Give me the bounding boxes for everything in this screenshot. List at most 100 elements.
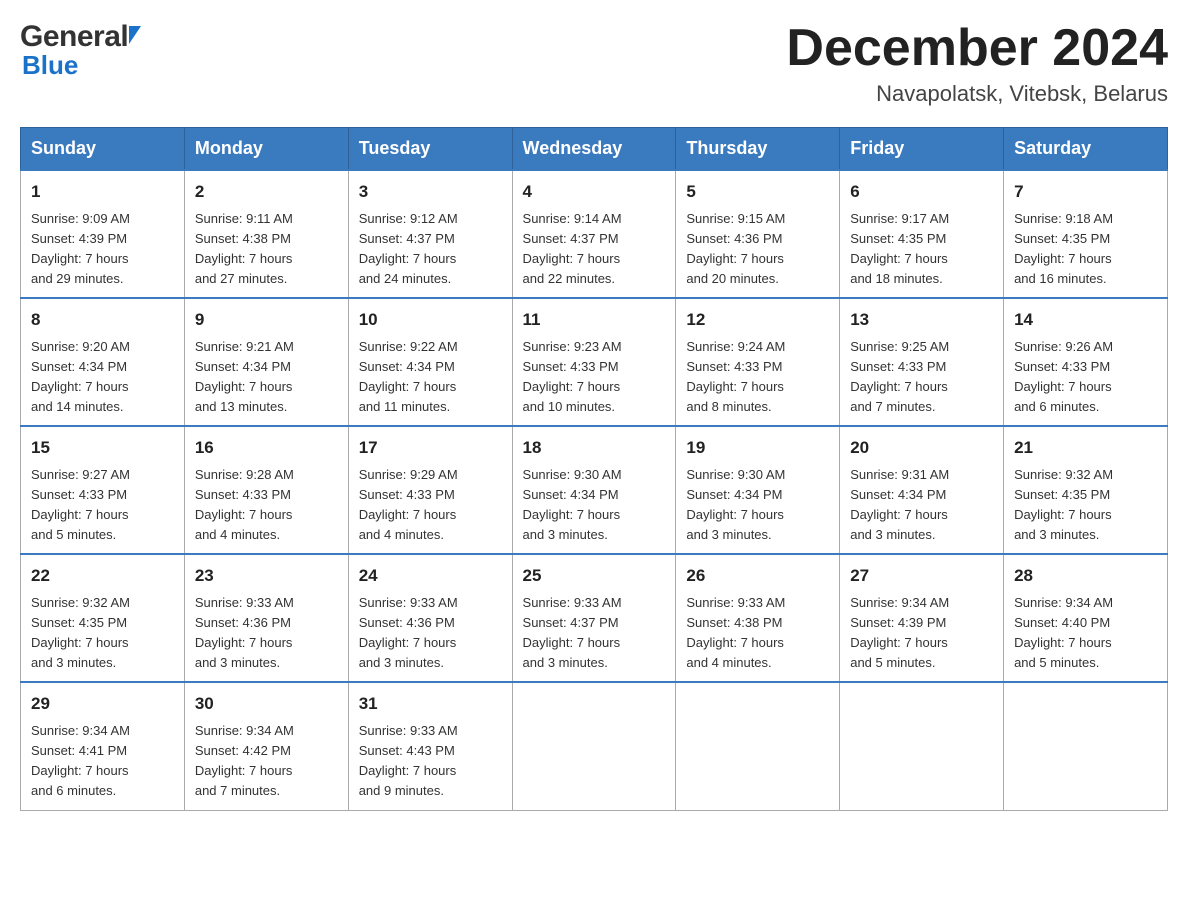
calendar-cell xyxy=(512,682,676,810)
logo-arrow-icon xyxy=(129,26,141,44)
logo-blue-text: Blue xyxy=(22,50,78,81)
calendar-table: Sunday Monday Tuesday Wednesday Thursday… xyxy=(20,127,1168,810)
header-monday: Monday xyxy=(184,128,348,171)
calendar-cell xyxy=(1004,682,1168,810)
calendar-cell: 27 Sunrise: 9:34 AMSunset: 4:39 PMDaylig… xyxy=(840,554,1004,682)
day-info: Sunrise: 9:26 AMSunset: 4:33 PMDaylight:… xyxy=(1014,339,1113,414)
day-info: Sunrise: 9:09 AMSunset: 4:39 PMDaylight:… xyxy=(31,211,130,286)
day-info: Sunrise: 9:12 AMSunset: 4:37 PMDaylight:… xyxy=(359,211,458,286)
page-header: General Blue December 2024 Navapolatsk, … xyxy=(20,20,1168,107)
header-wednesday: Wednesday xyxy=(512,128,676,171)
calendar-cell: 11 Sunrise: 9:23 AMSunset: 4:33 PMDaylig… xyxy=(512,298,676,426)
day-number: 23 xyxy=(195,563,338,589)
calendar-cell: 26 Sunrise: 9:33 AMSunset: 4:38 PMDaylig… xyxy=(676,554,840,682)
day-info: Sunrise: 9:14 AMSunset: 4:37 PMDaylight:… xyxy=(523,211,622,286)
day-number: 4 xyxy=(523,179,666,205)
calendar-cell: 14 Sunrise: 9:26 AMSunset: 4:33 PMDaylig… xyxy=(1004,298,1168,426)
day-number: 31 xyxy=(359,691,502,717)
calendar-cell: 22 Sunrise: 9:32 AMSunset: 4:35 PMDaylig… xyxy=(21,554,185,682)
day-number: 20 xyxy=(850,435,993,461)
day-info: Sunrise: 9:32 AMSunset: 4:35 PMDaylight:… xyxy=(1014,467,1113,542)
day-number: 21 xyxy=(1014,435,1157,461)
day-info: Sunrise: 9:23 AMSunset: 4:33 PMDaylight:… xyxy=(523,339,622,414)
day-number: 27 xyxy=(850,563,993,589)
day-number: 16 xyxy=(195,435,338,461)
header-thursday: Thursday xyxy=(676,128,840,171)
day-info: Sunrise: 9:32 AMSunset: 4:35 PMDaylight:… xyxy=(31,595,130,670)
day-info: Sunrise: 9:27 AMSunset: 4:33 PMDaylight:… xyxy=(31,467,130,542)
location-title: Navapolatsk, Vitebsk, Belarus xyxy=(786,81,1168,107)
day-info: Sunrise: 9:15 AMSunset: 4:36 PMDaylight:… xyxy=(686,211,785,286)
day-number: 10 xyxy=(359,307,502,333)
header-friday: Friday xyxy=(840,128,1004,171)
day-number: 9 xyxy=(195,307,338,333)
day-number: 25 xyxy=(523,563,666,589)
day-info: Sunrise: 9:22 AMSunset: 4:34 PMDaylight:… xyxy=(359,339,458,414)
logo-general-text: General xyxy=(20,20,128,54)
calendar-cell: 25 Sunrise: 9:33 AMSunset: 4:37 PMDaylig… xyxy=(512,554,676,682)
calendar-cell: 16 Sunrise: 9:28 AMSunset: 4:33 PMDaylig… xyxy=(184,426,348,554)
day-number: 14 xyxy=(1014,307,1157,333)
day-info: Sunrise: 9:21 AMSunset: 4:34 PMDaylight:… xyxy=(195,339,294,414)
day-number: 30 xyxy=(195,691,338,717)
week-row-5: 29 Sunrise: 9:34 AMSunset: 4:41 PMDaylig… xyxy=(21,682,1168,810)
calendar-cell: 19 Sunrise: 9:30 AMSunset: 4:34 PMDaylig… xyxy=(676,426,840,554)
calendar-cell: 18 Sunrise: 9:30 AMSunset: 4:34 PMDaylig… xyxy=(512,426,676,554)
week-row-2: 8 Sunrise: 9:20 AMSunset: 4:34 PMDayligh… xyxy=(21,298,1168,426)
day-number: 28 xyxy=(1014,563,1157,589)
day-number: 26 xyxy=(686,563,829,589)
calendar-cell: 13 Sunrise: 9:25 AMSunset: 4:33 PMDaylig… xyxy=(840,298,1004,426)
day-number: 24 xyxy=(359,563,502,589)
day-info: Sunrise: 9:30 AMSunset: 4:34 PMDaylight:… xyxy=(523,467,622,542)
calendar-cell: 12 Sunrise: 9:24 AMSunset: 4:33 PMDaylig… xyxy=(676,298,840,426)
day-info: Sunrise: 9:33 AMSunset: 4:37 PMDaylight:… xyxy=(523,595,622,670)
calendar-cell: 6 Sunrise: 9:17 AMSunset: 4:35 PMDayligh… xyxy=(840,170,1004,298)
header-sunday: Sunday xyxy=(21,128,185,171)
week-row-4: 22 Sunrise: 9:32 AMSunset: 4:35 PMDaylig… xyxy=(21,554,1168,682)
header-tuesday: Tuesday xyxy=(348,128,512,171)
calendar-cell: 17 Sunrise: 9:29 AMSunset: 4:33 PMDaylig… xyxy=(348,426,512,554)
logo: General Blue xyxy=(20,20,141,81)
calendar-cell: 21 Sunrise: 9:32 AMSunset: 4:35 PMDaylig… xyxy=(1004,426,1168,554)
week-row-3: 15 Sunrise: 9:27 AMSunset: 4:33 PMDaylig… xyxy=(21,426,1168,554)
calendar-cell: 1 Sunrise: 9:09 AMSunset: 4:39 PMDayligh… xyxy=(21,170,185,298)
calendar-cell: 8 Sunrise: 9:20 AMSunset: 4:34 PMDayligh… xyxy=(21,298,185,426)
day-info: Sunrise: 9:31 AMSunset: 4:34 PMDaylight:… xyxy=(850,467,949,542)
calendar-cell: 20 Sunrise: 9:31 AMSunset: 4:34 PMDaylig… xyxy=(840,426,1004,554)
day-info: Sunrise: 9:34 AMSunset: 4:40 PMDaylight:… xyxy=(1014,595,1113,670)
day-number: 19 xyxy=(686,435,829,461)
day-info: Sunrise: 9:29 AMSunset: 4:33 PMDaylight:… xyxy=(359,467,458,542)
title-block: December 2024 Navapolatsk, Vitebsk, Bela… xyxy=(786,20,1168,107)
day-info: Sunrise: 9:33 AMSunset: 4:43 PMDaylight:… xyxy=(359,723,458,798)
day-info: Sunrise: 9:30 AMSunset: 4:34 PMDaylight:… xyxy=(686,467,785,542)
calendar-cell xyxy=(676,682,840,810)
day-info: Sunrise: 9:25 AMSunset: 4:33 PMDaylight:… xyxy=(850,339,949,414)
day-number: 13 xyxy=(850,307,993,333)
day-number: 22 xyxy=(31,563,174,589)
calendar-cell: 30 Sunrise: 9:34 AMSunset: 4:42 PMDaylig… xyxy=(184,682,348,810)
day-info: Sunrise: 9:33 AMSunset: 4:36 PMDaylight:… xyxy=(359,595,458,670)
month-title: December 2024 xyxy=(786,20,1168,77)
day-number: 11 xyxy=(523,307,666,333)
calendar-cell: 9 Sunrise: 9:21 AMSunset: 4:34 PMDayligh… xyxy=(184,298,348,426)
calendar-cell: 10 Sunrise: 9:22 AMSunset: 4:34 PMDaylig… xyxy=(348,298,512,426)
day-number: 15 xyxy=(31,435,174,461)
day-info: Sunrise: 9:17 AMSunset: 4:35 PMDaylight:… xyxy=(850,211,949,286)
calendar-cell: 2 Sunrise: 9:11 AMSunset: 4:38 PMDayligh… xyxy=(184,170,348,298)
calendar-cell: 15 Sunrise: 9:27 AMSunset: 4:33 PMDaylig… xyxy=(21,426,185,554)
calendar-cell xyxy=(840,682,1004,810)
calendar-cell: 4 Sunrise: 9:14 AMSunset: 4:37 PMDayligh… xyxy=(512,170,676,298)
day-info: Sunrise: 9:33 AMSunset: 4:36 PMDaylight:… xyxy=(195,595,294,670)
day-info: Sunrise: 9:34 AMSunset: 4:39 PMDaylight:… xyxy=(850,595,949,670)
day-info: Sunrise: 9:34 AMSunset: 4:42 PMDaylight:… xyxy=(195,723,294,798)
calendar-cell: 3 Sunrise: 9:12 AMSunset: 4:37 PMDayligh… xyxy=(348,170,512,298)
calendar-cell: 31 Sunrise: 9:33 AMSunset: 4:43 PMDaylig… xyxy=(348,682,512,810)
calendar-cell: 24 Sunrise: 9:33 AMSunset: 4:36 PMDaylig… xyxy=(348,554,512,682)
calendar-cell: 5 Sunrise: 9:15 AMSunset: 4:36 PMDayligh… xyxy=(676,170,840,298)
day-info: Sunrise: 9:33 AMSunset: 4:38 PMDaylight:… xyxy=(686,595,785,670)
day-number: 1 xyxy=(31,179,174,205)
week-row-1: 1 Sunrise: 9:09 AMSunset: 4:39 PMDayligh… xyxy=(21,170,1168,298)
day-number: 7 xyxy=(1014,179,1157,205)
day-info: Sunrise: 9:20 AMSunset: 4:34 PMDaylight:… xyxy=(31,339,130,414)
day-number: 18 xyxy=(523,435,666,461)
